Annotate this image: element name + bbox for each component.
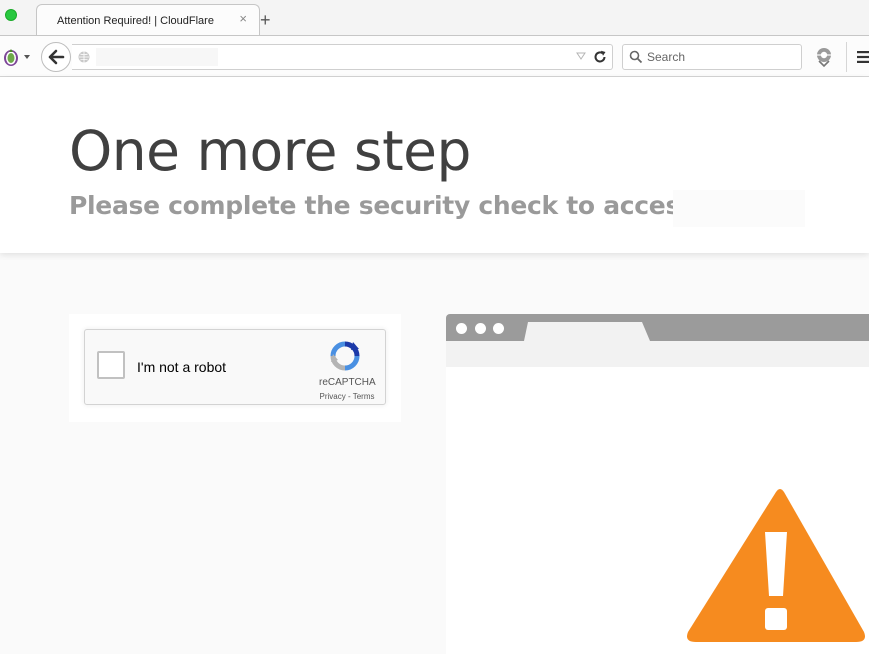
recaptcha-links: Privacy - Terms — [315, 392, 379, 401]
search-bar[interactable] — [622, 44, 802, 70]
toolbar-separator — [846, 42, 847, 72]
tab-title: Attention Required! | CloudFlare — [57, 15, 214, 27]
url-text — [96, 48, 218, 66]
url-bar[interactable] — [72, 44, 613, 70]
search-input[interactable] — [647, 48, 797, 66]
tab-strip: Attention Required! | CloudFlare × + — [0, 0, 869, 35]
page-title: One more step — [69, 119, 471, 183]
globe-icon — [78, 51, 90, 63]
illustration-dot — [456, 323, 467, 334]
recaptcha-logo-icon — [330, 341, 360, 371]
hamburger-menu-icon[interactable] — [857, 51, 869, 63]
privacy-link[interactable]: Privacy — [320, 392, 346, 401]
extension-icon[interactable] — [813, 46, 835, 68]
warning-icon — [687, 489, 865, 642]
window-close-button[interactable] — [5, 9, 17, 21]
captcha-container: I'm not a robot reCAPTCHA Privacy - Term… — [69, 314, 401, 422]
page-subtitle: Please complete the security check to ac… — [69, 191, 695, 220]
illustration-toolbar — [446, 341, 869, 367]
search-icon — [629, 50, 643, 64]
navigation-toolbar — [0, 35, 869, 77]
recaptcha-brand: reCAPTCHA — [319, 377, 376, 388]
illustration-tab — [524, 322, 650, 341]
illustration-titlebar — [446, 314, 869, 341]
new-tab-button[interactable]: + — [260, 11, 271, 29]
link-separator: - — [345, 392, 353, 401]
recaptcha-label: I'm not a robot — [137, 359, 227, 375]
recaptcha-checkbox[interactable] — [97, 351, 125, 379]
terms-link[interactable]: Terms — [353, 392, 375, 401]
back-button[interactable] — [41, 42, 71, 72]
illustration-dot — [475, 323, 486, 334]
browser-tab[interactable]: Attention Required! | CloudFlare × — [36, 4, 260, 35]
recaptcha-widget: I'm not a robot reCAPTCHA Privacy - Term… — [84, 329, 386, 405]
tor-onion-icon[interactable] — [2, 47, 32, 67]
illustration-dot — [493, 323, 504, 334]
back-arrow-icon — [48, 49, 65, 65]
site-name — [673, 190, 805, 227]
tab-close-icon[interactable]: × — [239, 12, 247, 26]
dropdown-arrow-icon[interactable] — [576, 52, 586, 60]
page-header: One more step Please complete the securi… — [0, 77, 869, 253]
reload-icon[interactable] — [593, 50, 607, 64]
browser-illustration — [446, 314, 869, 654]
